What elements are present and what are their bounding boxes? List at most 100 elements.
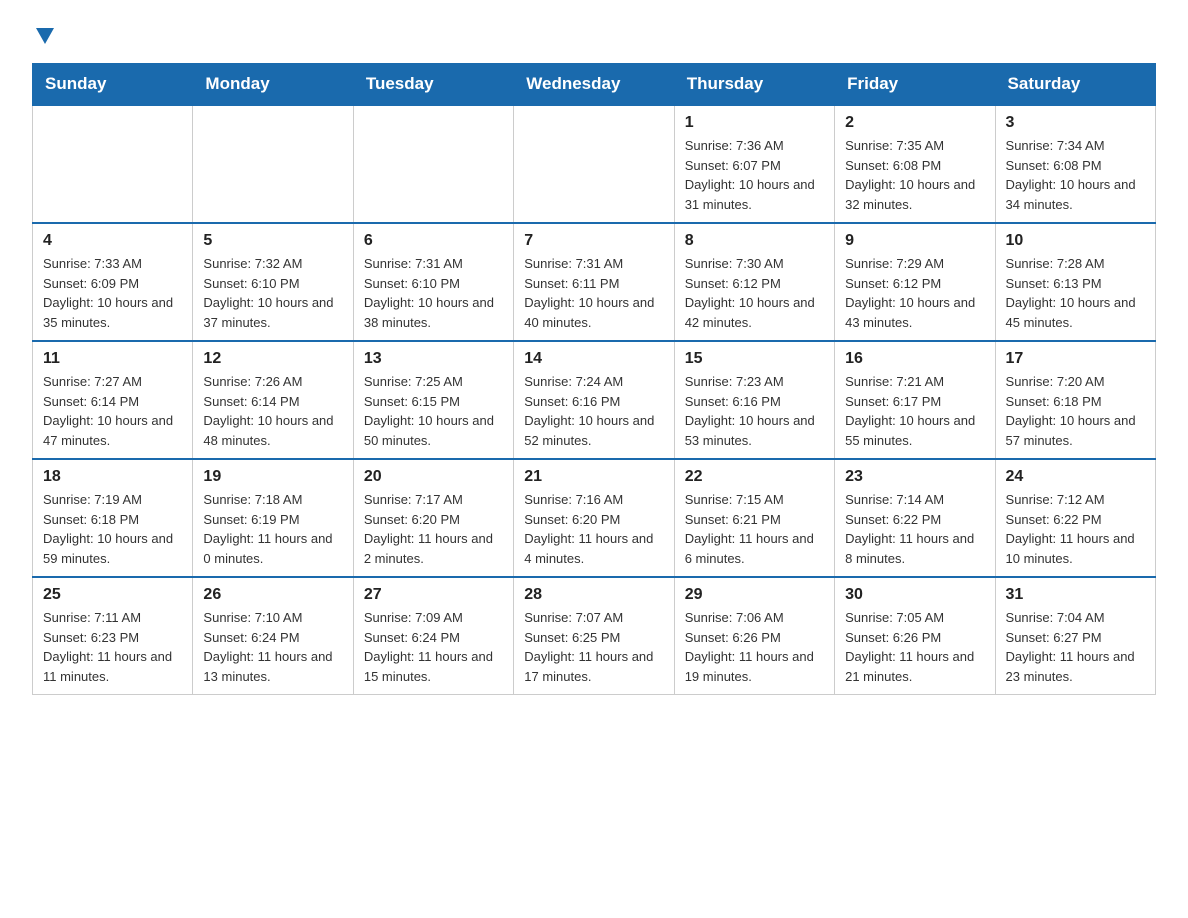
week-row-2: 4 Sunrise: 7:33 AM Sunset: 6:09 PM Daylig… [33, 223, 1156, 341]
week-row-5: 25 Sunrise: 7:11 AM Sunset: 6:23 PM Dayli… [33, 577, 1156, 695]
day-info: Sunrise: 7:31 AM Sunset: 6:10 PM Dayligh… [364, 254, 503, 332]
logo-arrow-icon [32, 24, 56, 51]
calendar-cell: 6 Sunrise: 7:31 AM Sunset: 6:10 PM Daylig… [353, 223, 513, 341]
day-number: 19 [203, 468, 342, 486]
calendar-header-wednesday: Wednesday [514, 64, 674, 106]
calendar-cell: 24 Sunrise: 7:12 AM Sunset: 6:22 PM Dayli… [995, 459, 1155, 577]
calendar-cell: 26 Sunrise: 7:10 AM Sunset: 6:24 PM Dayli… [193, 577, 353, 695]
calendar-cell: 12 Sunrise: 7:26 AM Sunset: 6:14 PM Dayli… [193, 341, 353, 459]
calendar-cell: 17Sunrise: 7:20 AM Sunset: 6:18 PM Dayli… [995, 341, 1155, 459]
day-info: Sunrise: 7:34 AM Sunset: 6:08 PM Dayligh… [1006, 136, 1145, 214]
day-number: 6 [364, 232, 503, 250]
calendar-cell: 11 Sunrise: 7:27 AM Sunset: 6:14 PM Dayli… [33, 341, 193, 459]
calendar-cell: 13 Sunrise: 7:25 AM Sunset: 6:15 PM Dayli… [353, 341, 513, 459]
day-info: Sunrise: 7:11 AM Sunset: 6:23 PM Dayligh… [43, 608, 182, 686]
day-number: 22 [685, 468, 824, 486]
day-number: 3 [1006, 114, 1145, 132]
day-info: Sunrise: 7:28 AM Sunset: 6:13 PM Dayligh… [1006, 254, 1145, 332]
day-number: 9 [845, 232, 984, 250]
calendar-table: SundayMondayTuesdayWednesdayThursdayFrid… [32, 63, 1156, 695]
day-number: 15 [685, 350, 824, 368]
calendar-header-tuesday: Tuesday [353, 64, 513, 106]
day-info: Sunrise: 7:14 AM Sunset: 6:22 PM Dayligh… [845, 490, 984, 568]
day-info: Sunrise: 7:04 AM Sunset: 6:27 PM Dayligh… [1006, 608, 1145, 686]
calendar-cell: 8 Sunrise: 7:30 AM Sunset: 6:12 PM Daylig… [674, 223, 834, 341]
day-info: Sunrise: 7:17 AM Sunset: 6:20 PM Dayligh… [364, 490, 503, 568]
calendar-cell [353, 105, 513, 223]
day-number: 5 [203, 232, 342, 250]
day-info: Sunrise: 7:33 AM Sunset: 6:09 PM Dayligh… [43, 254, 182, 332]
calendar-cell: 15 Sunrise: 7:23 AM Sunset: 6:16 PM Dayli… [674, 341, 834, 459]
calendar-cell: 14Sunrise: 7:24 AM Sunset: 6:16 PM Dayli… [514, 341, 674, 459]
calendar-header-friday: Friday [835, 64, 995, 106]
day-info: Sunrise: 7:07 AM Sunset: 6:25 PM Dayligh… [524, 608, 663, 686]
day-info: Sunrise: 7:23 AM Sunset: 6:16 PM Dayligh… [685, 372, 824, 450]
day-number: 12 [203, 350, 342, 368]
day-number: 7 [524, 232, 663, 250]
calendar-cell: 28 Sunrise: 7:07 AM Sunset: 6:25 PM Dayli… [514, 577, 674, 695]
day-number: 31 [1006, 586, 1145, 604]
calendar-cell [33, 105, 193, 223]
week-row-4: 18 Sunrise: 7:19 AM Sunset: 6:18 PM Dayli… [33, 459, 1156, 577]
day-info: Sunrise: 7:30 AM Sunset: 6:12 PM Dayligh… [685, 254, 824, 332]
day-info: Sunrise: 7:12 AM Sunset: 6:22 PM Dayligh… [1006, 490, 1145, 568]
calendar-cell [514, 105, 674, 223]
day-info: Sunrise: 7:25 AM Sunset: 6:15 PM Dayligh… [364, 372, 503, 450]
day-number: 18 [43, 468, 182, 486]
calendar-header-monday: Monday [193, 64, 353, 106]
day-info: Sunrise: 7:19 AM Sunset: 6:18 PM Dayligh… [43, 490, 182, 568]
day-info: Sunrise: 7:35 AM Sunset: 6:08 PM Dayligh… [845, 136, 984, 214]
week-row-1: 1Sunrise: 7:36 AM Sunset: 6:07 PM Daylig… [33, 105, 1156, 223]
calendar-cell: 30Sunrise: 7:05 AM Sunset: 6:26 PM Dayli… [835, 577, 995, 695]
day-number: 28 [524, 586, 663, 604]
calendar-cell: 4 Sunrise: 7:33 AM Sunset: 6:09 PM Daylig… [33, 223, 193, 341]
calendar-cell: 22 Sunrise: 7:15 AM Sunset: 6:21 PM Dayli… [674, 459, 834, 577]
day-number: 14 [524, 350, 663, 368]
calendar-cell: 10 Sunrise: 7:28 AM Sunset: 6:13 PM Dayli… [995, 223, 1155, 341]
calendar-cell: 29Sunrise: 7:06 AM Sunset: 6:26 PM Dayli… [674, 577, 834, 695]
calendar-cell: 27Sunrise: 7:09 AM Sunset: 6:24 PM Dayli… [353, 577, 513, 695]
calendar-header-row: SundayMondayTuesdayWednesdayThursdayFrid… [33, 64, 1156, 106]
calendar-cell: 2 Sunrise: 7:35 AM Sunset: 6:08 PM Daylig… [835, 105, 995, 223]
calendar-cell: 18 Sunrise: 7:19 AM Sunset: 6:18 PM Dayli… [33, 459, 193, 577]
day-info: Sunrise: 7:29 AM Sunset: 6:12 PM Dayligh… [845, 254, 984, 332]
calendar-header-saturday: Saturday [995, 64, 1155, 106]
day-number: 8 [685, 232, 824, 250]
day-number: 25 [43, 586, 182, 604]
day-number: 29 [685, 586, 824, 604]
calendar-header-thursday: Thursday [674, 64, 834, 106]
day-number: 20 [364, 468, 503, 486]
calendar-cell: 21 Sunrise: 7:16 AM Sunset: 6:20 PM Dayli… [514, 459, 674, 577]
day-info: Sunrise: 7:18 AM Sunset: 6:19 PM Dayligh… [203, 490, 342, 568]
day-number: 10 [1006, 232, 1145, 250]
day-info: Sunrise: 7:10 AM Sunset: 6:24 PM Dayligh… [203, 608, 342, 686]
logo [32, 24, 56, 47]
day-number: 27 [364, 586, 503, 604]
day-number: 16 [845, 350, 984, 368]
day-number: 21 [524, 468, 663, 486]
day-number: 26 [203, 586, 342, 604]
day-info: Sunrise: 7:21 AM Sunset: 6:17 PM Dayligh… [845, 372, 984, 450]
day-number: 11 [43, 350, 182, 368]
day-info: Sunrise: 7:27 AM Sunset: 6:14 PM Dayligh… [43, 372, 182, 450]
week-row-3: 11 Sunrise: 7:27 AM Sunset: 6:14 PM Dayli… [33, 341, 1156, 459]
calendar-cell: 25 Sunrise: 7:11 AM Sunset: 6:23 PM Dayli… [33, 577, 193, 695]
day-info: Sunrise: 7:32 AM Sunset: 6:10 PM Dayligh… [203, 254, 342, 332]
calendar-cell: 20 Sunrise: 7:17 AM Sunset: 6:20 PM Dayli… [353, 459, 513, 577]
day-number: 2 [845, 114, 984, 132]
day-info: Sunrise: 7:36 AM Sunset: 6:07 PM Dayligh… [685, 136, 824, 214]
calendar-cell: 3 Sunrise: 7:34 AM Sunset: 6:08 PM Daylig… [995, 105, 1155, 223]
day-number: 13 [364, 350, 503, 368]
calendar-cell: 1Sunrise: 7:36 AM Sunset: 6:07 PM Daylig… [674, 105, 834, 223]
calendar-cell: 23 Sunrise: 7:14 AM Sunset: 6:22 PM Dayli… [835, 459, 995, 577]
day-info: Sunrise: 7:26 AM Sunset: 6:14 PM Dayligh… [203, 372, 342, 450]
day-info: Sunrise: 7:15 AM Sunset: 6:21 PM Dayligh… [685, 490, 824, 568]
day-number: 24 [1006, 468, 1145, 486]
day-number: 4 [43, 232, 182, 250]
calendar-cell: 7 Sunrise: 7:31 AM Sunset: 6:11 PM Daylig… [514, 223, 674, 341]
calendar-header-sunday: Sunday [33, 64, 193, 106]
day-info: Sunrise: 7:16 AM Sunset: 6:20 PM Dayligh… [524, 490, 663, 568]
day-info: Sunrise: 7:31 AM Sunset: 6:11 PM Dayligh… [524, 254, 663, 332]
day-number: 23 [845, 468, 984, 486]
day-number: 17 [1006, 350, 1145, 368]
